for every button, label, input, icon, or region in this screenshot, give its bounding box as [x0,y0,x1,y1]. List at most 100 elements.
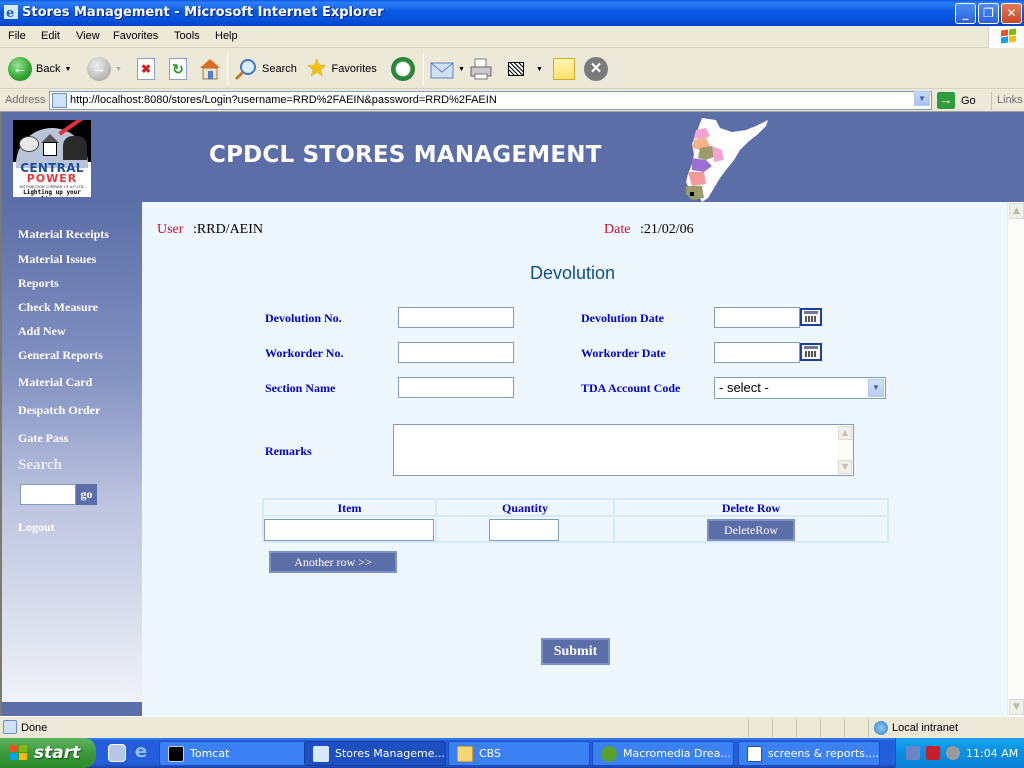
history-button[interactable] [391,55,415,83]
task-label: screens & reports.... [767,747,879,760]
devolution-date-input[interactable] [714,307,800,328]
start-button[interactable]: start [0,738,96,768]
edit-button[interactable]: ▼ [508,55,543,83]
page-scrollbar[interactable]: ▲ ▼ [1007,202,1024,716]
quantity-input[interactable] [489,519,559,541]
favorites-label: Favorites [331,63,377,75]
devolution-no-input[interactable] [398,307,514,328]
minimize-button[interactable]: _ [955,3,976,24]
menu-edit[interactable]: Edit [41,30,60,42]
menu-file[interactable]: File [8,30,26,42]
antivirus-icon[interactable] [926,746,940,760]
ie-icon: e [4,5,18,19]
edit-dropdown-icon[interactable]: ▼ [536,66,543,73]
chevron-down-icon[interactable]: ▼ [868,379,884,397]
taskbar-item-word-document[interactable]: screens & reports.... [738,741,880,766]
go-button[interactable]: → Go [937,92,976,109]
stop-button[interactable]: ✖ [137,55,155,83]
taskbar-item-dreamweaver[interactable]: Macromedia Drea... [592,741,734,766]
favorites-icon: ★ [306,55,328,82]
close-button[interactable]: ✕ [1001,3,1022,24]
scroll-down-icon[interactable]: ▼ [838,460,852,474]
scroll-up-icon[interactable]: ▲ [1009,203,1024,219]
sidebar-item-logout[interactable]: Logout [18,520,55,535]
logo-illustration [13,120,91,168]
restore-icon: ❐ [983,6,994,20]
sidebar-item-despatch-order[interactable]: Despatch Order [18,403,100,418]
sidebar-search-go-button[interactable]: go [76,484,97,505]
forward-button[interactable]: → ▼ [87,55,122,83]
network-icon[interactable] [906,746,920,760]
table-row-delete-cell: DeleteRow [615,519,887,541]
sidebar-item-material-card[interactable]: Material Card [18,375,92,390]
taskbar-item-stores-management[interactable]: Stores Manageme... [304,741,446,766]
messenger-button[interactable]: ✕ [584,55,608,83]
items-header-delete-row: Delete Row [615,500,887,517]
page-header: CENTRAL POWER DISTRIBUTION COMPANY OF A.… [2,112,1024,202]
address-dropdown-icon[interactable]: ▼ [914,91,930,106]
refresh-icon: ↻ [169,58,187,80]
section-name-label: Section Name [265,381,336,395]
sidebar-item-check-measure[interactable]: Check Measure [18,300,98,315]
svg-text:e: e [6,6,14,19]
date-value: :21/02/06 [640,222,694,237]
sidebar-item-material-receipts[interactable]: Material Receipts [18,227,109,242]
logo-tagline: Lighting up your lives! [23,189,81,197]
print-button[interactable] [469,55,493,83]
mail-dropdown-icon[interactable]: ▼ [458,66,465,73]
item-input[interactable] [264,519,434,541]
section-name-input[interactable] [398,377,514,398]
notes-button[interactable] [553,55,575,83]
tda-account-code-select[interactable]: - select - ▼ [714,377,886,399]
scroll-down-icon[interactable]: ▼ [1009,699,1024,715]
windows-flag-icon [10,745,28,761]
task-label: Tomcat [190,747,230,760]
logo-power: POWER [26,172,78,185]
sidebar-search-input[interactable] [20,484,76,505]
stop-icon: ✖ [137,58,155,80]
menu-help[interactable]: Help [215,30,238,42]
sidebar-item-material-issues[interactable]: Material Issues [18,252,96,267]
submit-button[interactable]: Submit [541,638,610,665]
another-row-button[interactable]: Another row >> [269,551,397,573]
taskbar-item-tomcat[interactable]: Tomcat [159,741,307,766]
taskbar-item-cbs[interactable]: CBS [448,741,590,766]
volume-icon[interactable] [946,746,960,760]
refresh-button[interactable]: ↻ [169,55,187,83]
sidebar-item-general-reports[interactable]: General Reports [18,348,103,363]
remarks-scrollbar[interactable]: ▲ ▼ [837,425,853,475]
workorder-date-input[interactable] [714,342,800,363]
status-divider [868,719,869,737]
favorites-button[interactable]: ★ Favorites [306,55,377,83]
user-value: :RRD/AEIN [193,222,263,237]
search-button[interactable]: Search [234,55,297,83]
security-zone: Local intranet [874,721,958,735]
state-map-icon [686,118,768,202]
back-button[interactable]: ← Back ▼ [8,55,71,83]
sidebar-item-add-new[interactable]: Add New [18,324,66,339]
quicklaunch-ie-icon[interactable]: e [132,743,150,762]
delete-row-button[interactable]: DeleteRow [707,519,795,541]
status-text: Done [21,722,48,734]
remarks-textarea[interactable]: ▲ ▼ [393,424,854,476]
app-title: CPDCL STORES MANAGEMENT [209,142,602,168]
workorder-date-calendar-icon[interactable] [800,343,822,361]
address-input[interactable]: http://localhost:8080/stores/Login?usern… [49,91,932,110]
quicklaunch-desktop-icon[interactable] [108,744,126,762]
sidebar-item-gate-pass[interactable]: Gate Pass [18,431,68,446]
scroll-up-icon[interactable]: ▲ [838,426,852,440]
back-dropdown-icon[interactable]: ▼ [64,66,71,73]
restore-button[interactable]: ❐ [978,3,999,24]
workorder-no-input[interactable] [398,342,514,363]
devolution-date-calendar-icon[interactable] [800,308,822,326]
form-title: Devolution [530,263,616,283]
sidebar-item-reports[interactable]: Reports [18,276,59,291]
menu-favorites[interactable]: Favorites [113,30,158,42]
links-button[interactable]: Links [991,92,1023,110]
history-icon [391,57,415,81]
mail-button[interactable]: ▼ [430,55,465,83]
menu-view[interactable]: View [76,30,100,42]
menu-tools[interactable]: Tools [174,30,200,42]
home-button[interactable] [198,55,222,83]
task-label: CBS [479,747,502,760]
